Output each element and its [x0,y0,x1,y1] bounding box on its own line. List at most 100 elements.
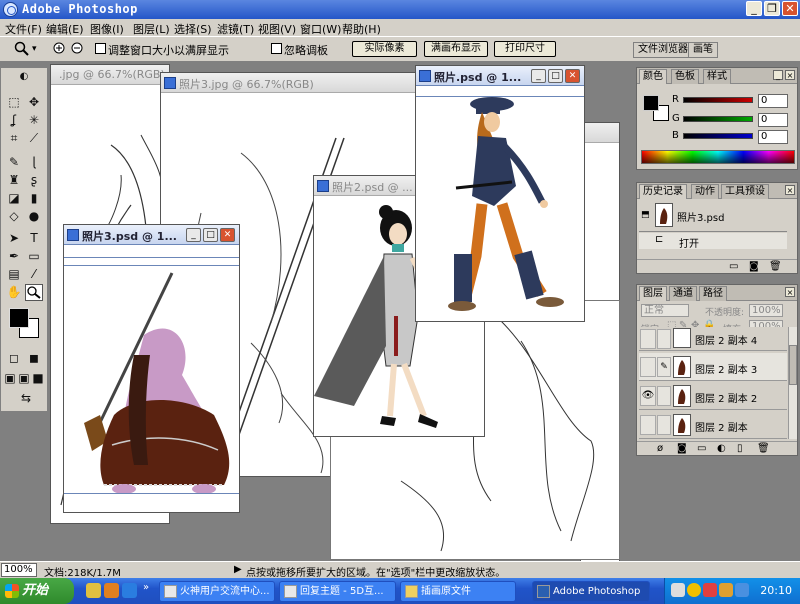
adjustment-layer-icon[interactable]: ◐ [717,443,726,454]
document-minimize-button[interactable]: _ [186,228,201,242]
tray-volume-icon[interactable] [719,583,733,597]
layers-scrollbar-thumb[interactable] [789,345,797,385]
document-window-photo3-psd[interactable]: 照片3.psd @ 1... _ □ ✕ [63,224,240,513]
blend-mode-select[interactable]: 正常 [641,304,689,317]
document-close-button[interactable]: ✕ [220,228,235,242]
notes-tool-icon[interactable]: ▤ [5,266,23,283]
standard-mode-icon[interactable]: ◻ [5,350,23,367]
task-item-illustration-folder[interactable]: 插画原文件 [400,581,516,602]
layer-link-toggle[interactable] [657,329,671,349]
screen-mode-full-icon[interactable]: ■ [31,370,45,387]
eyedropper-tool-icon[interactable]: ⁄ [25,266,43,283]
tray-ime-icon[interactable] [735,583,749,597]
menu-edit[interactable]: 编辑(E) [46,21,84,37]
document-canvas[interactable] [416,86,584,321]
start-button[interactable]: 开始 [0,578,74,604]
screen-mode-full-menu-icon[interactable]: ▣ [17,370,31,387]
channel-g-value[interactable]: 0 [758,113,788,127]
tray-qq-icon[interactable] [687,583,701,597]
gradient-tool-icon[interactable]: ▮ [25,190,43,207]
tab-history[interactable]: 历史记录 [639,184,687,199]
quicklaunch-browser-icon[interactable] [122,583,137,598]
document-titlebar[interactable]: 照片.psd @ 1... _ □ ✕ [416,66,584,86]
layer-row[interactable]: 👁 图层 2 副本 2 [639,382,787,410]
zoom-out-icon[interactable] [70,41,86,57]
menu-file[interactable]: 文件(F) [5,21,42,37]
quicklaunch-more-icon[interactable]: » [143,582,149,593]
slice-tool-icon[interactable]: ⟋ [25,130,43,147]
menu-window[interactable]: 窗口(W) [300,21,341,37]
pen-tool-icon[interactable]: ✒ [5,248,23,265]
print-size-button[interactable]: 打印尺寸 [494,41,556,57]
quicklaunch-explorer-icon[interactable] [86,583,101,598]
shape-tool-icon[interactable]: ▭ [25,248,43,265]
document-close-button[interactable]: ✕ [565,69,580,83]
delete-layer-icon[interactable]: 🗑 [757,443,770,454]
quick-mask-mode-icon[interactable]: ◼ [25,350,43,367]
eye-icon[interactable]: 👁 [640,386,656,406]
file-browser-tab[interactable]: 文件浏览器 [633,42,693,58]
new-document-from-state-icon[interactable]: ▭ [729,261,738,272]
restore-button[interactable]: ❐ [764,1,780,16]
menu-help[interactable]: 帮助(H) [342,21,381,37]
layer-link-toggle[interactable] [657,386,671,406]
history-brush-tool-icon[interactable]: ʂ [25,172,43,189]
layer-link-toggle[interactable] [657,415,671,435]
panel-close-icon[interactable]: × [785,70,795,80]
menu-layer[interactable]: 图层(L) [133,21,170,37]
foreground-color-swatch-top[interactable] [9,308,29,328]
tab-swatches[interactable]: 色板 [671,69,699,84]
tray-antivirus-icon[interactable] [703,583,717,597]
channel-g-slider[interactable] [683,116,753,122]
tab-channels[interactable]: 通道 [669,286,697,301]
panel-foreground-swatch-top[interactable] [643,95,659,111]
layer-set-icon[interactable]: ▭ [697,443,706,454]
status-arrow-icon[interactable]: ▶ [234,564,242,575]
zoom-in-icon[interactable] [52,41,68,57]
panel-minimize-icon[interactable]: _ [773,70,783,80]
screen-mode-standard-icon[interactable]: ▣ [3,370,17,387]
tab-color[interactable]: 颜色 [639,69,667,84]
layer-row[interactable]: 图层 2 副本 [639,411,787,439]
history-brush-source-icon[interactable]: ⬒ [641,203,653,227]
tray-network-icon[interactable] [671,583,685,597]
layer-visibility-toggle[interactable] [640,415,656,435]
brush-tool-icon[interactable]: ɭ [25,154,43,171]
task-item-photoshop[interactable]: Adobe Photoshop [532,581,650,602]
document-canvas[interactable] [64,245,239,512]
layer-visibility-toggle[interactable] [640,357,656,377]
dodge-tool-icon[interactable]: ● [25,208,43,225]
document-maximize-button[interactable]: □ [548,69,563,83]
new-snapshot-icon[interactable]: ◙ [749,261,759,272]
task-item-reply-topic[interactable]: 回复主题 - 5D互... [279,581,396,602]
menu-filter[interactable]: 滤镜(T) [217,21,254,37]
new-layer-icon[interactable]: ▯ [737,443,743,454]
layer-row-selected[interactable]: ✎ 图层 2 副本 3 [639,353,787,381]
tab-tool-presets[interactable]: 工具预设 [721,184,769,199]
snapshot-name[interactable]: 照片3.psd [677,209,724,224]
channel-b-slider[interactable] [683,133,753,139]
document-titlebar[interactable]: 照片3.psd @ 1... _ □ ✕ [64,225,239,245]
tab-actions[interactable]: 动作 [691,184,719,199]
lasso-tool-icon[interactable]: ʆ [5,112,23,129]
document-window-photo-psd[interactable]: 照片.psd @ 1... _ □ ✕ [415,65,585,322]
panel-close-icon[interactable]: × [785,185,795,195]
delete-state-icon[interactable]: 🗑 [769,261,782,272]
layer-row[interactable]: 图层 2 副本 4 [639,327,787,351]
document-minimize-button[interactable]: _ [531,69,546,83]
fit-screen-button[interactable]: 满画布显示 [424,41,488,57]
blur-tool-icon[interactable]: ◇ [5,208,23,225]
healing-brush-tool-icon[interactable]: ✎ [5,154,23,171]
clone-stamp-tool-icon[interactable]: ♜ [5,172,23,189]
document-titlebar[interactable]: .jpg @ 66.7%(RGB) [51,65,169,85]
history-step-row[interactable]: ⊏ 打开 [639,233,787,250]
color-ramp[interactable] [641,150,795,164]
brushes-tab[interactable]: 画笔 [688,42,718,58]
tab-layers[interactable]: 图层 [639,286,667,301]
channel-r-value[interactable]: 0 [758,94,788,108]
menu-image[interactable]: 图像(I) [90,21,124,37]
photoshop-toolbox-logo-icon[interactable]: ◐ [3,70,45,84]
channel-b-value[interactable]: 0 [758,130,788,144]
zoom-tool-selected-icon[interactable] [25,284,43,301]
tab-styles[interactable]: 样式 [703,69,731,84]
